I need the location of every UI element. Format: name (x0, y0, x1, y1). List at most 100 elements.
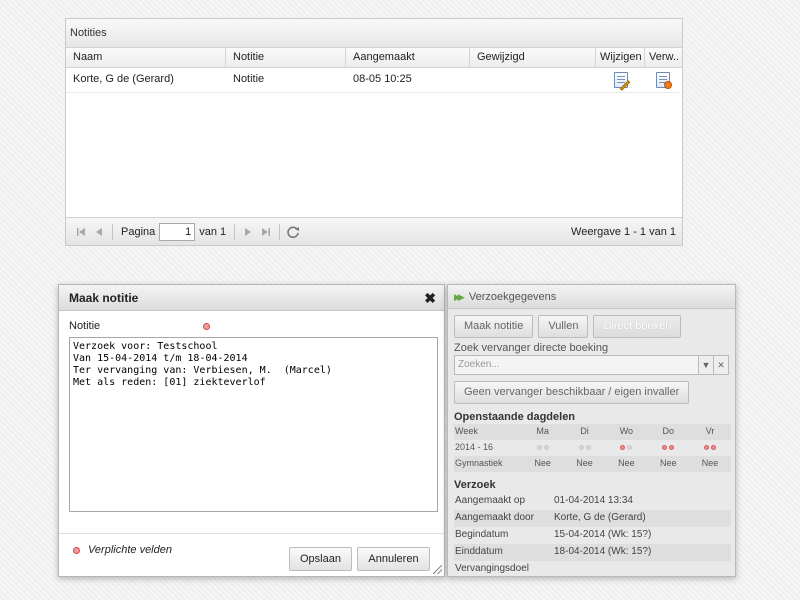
edit-note-icon[interactable] (613, 72, 630, 91)
maak-notitie-dialog: Maak notitie ✖ Notitie Verzoek voor: Tes… (58, 284, 445, 577)
pager-info: Weergave 1 - 1 van 1 (571, 226, 676, 238)
info-key: Einddatum (455, 546, 503, 557)
pager-divider (234, 223, 236, 240)
pager-divider (279, 223, 281, 240)
cancel-button[interactable]: Annuleren (357, 547, 430, 571)
clear-icon[interactable]: ✕ (714, 355, 729, 375)
save-button[interactable]: Opslaan (289, 547, 352, 571)
vak-label: Gymnastiek (455, 458, 503, 468)
notitie-textarea[interactable]: Verzoek voor: Testschool Van 15-04-2014 … (69, 337, 438, 512)
page-number-input[interactable]: 1 (159, 222, 196, 241)
next-page-icon[interactable] (239, 223, 257, 241)
cell-naam: Korte, G de (Gerard) (73, 73, 174, 85)
dialog-footer: Verplichte velden Opslaan Annuleren (59, 533, 444, 576)
dialog-title-bar[interactable]: Maak notitie ✖ (59, 285, 444, 311)
vak-value-di: Nee (576, 458, 593, 468)
info-value: 18-04-2014 (Wk: 15?) (554, 546, 652, 557)
zoek-vervanger-label: Zoek vervanger directe boeking (454, 342, 609, 354)
chevron-down-icon[interactable]: ▼ (699, 355, 714, 375)
info-value: 01-04-2014 13:34 (554, 495, 633, 506)
column-header-verwijderen[interactable]: Verw... (645, 48, 680, 67)
direct-boeken-button[interactable]: Direct boeken (593, 315, 682, 338)
required-indicator-icon (203, 323, 210, 330)
dagdeel-dot (662, 445, 668, 451)
dagdeel-dot (704, 445, 710, 451)
cell-gewijzigd (470, 68, 596, 92)
notitie-field-label: Notitie (69, 320, 101, 332)
info-key: Vervangingsdoel (455, 563, 529, 574)
search-combo: Zoeken... ▼ ✕ (454, 355, 729, 375)
dagdeel-dot (536, 445, 542, 451)
grid-header-row: Naam Notitie Aangemaakt Gewijzigd Wijzig… (66, 48, 682, 68)
day-header-di: Di (580, 426, 589, 436)
pager: Pagina 1 van 1 Weergave 1 - 1 van 1 (66, 217, 682, 245)
panel-title: Verzoekgegevens (468, 290, 557, 303)
info-key: Aangemaakt op (455, 495, 526, 506)
delete-note-icon[interactable] (655, 72, 672, 89)
vak-value-wo: Nee (618, 458, 635, 468)
page-label: Pagina (121, 225, 156, 238)
panel-button-row: Maak notitie Vullen Direct boeken (454, 315, 729, 338)
week-header-label: Week (455, 426, 478, 436)
dagdeel-dot (669, 445, 675, 451)
week-number-label: 2014 - 16 (455, 442, 494, 452)
vak-value-vr: Nee (701, 458, 719, 468)
column-header-gewijzigd[interactable]: Gewijzigd (470, 48, 596, 67)
day-slot-ma[interactable] (522, 440, 564, 456)
vak-value-do: Nee (659, 458, 677, 468)
column-header-aangemaakt[interactable]: Aangemaakt (346, 48, 470, 67)
required-indicator-icon (73, 546, 80, 554)
column-header-notitie[interactable]: Notitie (226, 48, 346, 67)
day-header-vr: Vr (705, 426, 715, 436)
maak-notitie-button[interactable]: Maak notitie (454, 315, 534, 338)
day-header-ma: Ma (536, 426, 549, 436)
dagdeel-dot (711, 445, 717, 451)
verzoekgegevens-panel: ▶▶ Verzoekgegevens Maak notitie Vullen D… (447, 284, 736, 577)
last-page-icon[interactable] (257, 223, 275, 241)
close-icon[interactable]: ✖ (424, 285, 436, 311)
dialog-title: Maak notitie (69, 291, 139, 305)
table-row: Aangemaakt op 01-04-2014 13:34 (454, 493, 731, 510)
column-header-naam[interactable]: Naam (66, 48, 226, 67)
required-note: Verplichte velden (73, 544, 172, 556)
info-value: Korte, G de (Gerard) (554, 512, 646, 523)
table-row: Week Ma Di Wo Do Vr (454, 424, 731, 440)
dagdeel-dot (620, 445, 626, 451)
cell-wijzigen (596, 68, 645, 92)
table-row[interactable]: Korte, G de (Gerard) Notitie 08-05 10:25 (66, 68, 680, 93)
refresh-icon[interactable] (284, 223, 302, 241)
table-row: Aangemaakt door Korte, G de (Gerard) (454, 510, 731, 527)
table-row: Vervangingsdoel (454, 561, 731, 576)
resize-grip-icon[interactable] (433, 565, 442, 574)
table-row: Gymnastiek Nee Nee Nee Nee Nee (454, 456, 731, 472)
day-slot-di[interactable] (564, 440, 606, 456)
info-value: 15-04-2014 (Wk: 15?) (554, 529, 652, 540)
grid-caption: Notities (66, 19, 682, 48)
day-slot-wo[interactable] (605, 440, 647, 456)
prev-page-icon[interactable] (90, 223, 108, 241)
day-slot-do[interactable] (647, 440, 689, 456)
geen-vervanger-button[interactable]: Geen vervanger beschikbaar / eigen inval… (454, 381, 690, 404)
search-input[interactable]: Zoeken... (454, 355, 699, 375)
info-key: Begindatum (455, 529, 509, 540)
dagdeel-dot (627, 445, 633, 451)
notities-grid: Notities Naam Notitie Aangemaakt Gewijzi… (65, 18, 683, 246)
info-key: Aangemaakt door (455, 512, 534, 523)
day-slot-vr[interactable] (689, 440, 731, 456)
dagdeel-dot (543, 445, 549, 451)
openstaande-dagdelen-heading: Openstaande dagdelen (454, 411, 576, 423)
vullen-button[interactable]: Vullen (538, 315, 589, 338)
double-arrow-icon: ▶▶ (454, 291, 465, 302)
required-note-text: Verplichte velden (88, 544, 172, 556)
page-count-label: van 1 (199, 225, 227, 238)
cell-verwijderen (645, 68, 680, 92)
first-page-icon[interactable] (72, 223, 90, 241)
verzoek-heading: Verzoek (454, 479, 496, 491)
dagdeel-dot (585, 445, 591, 451)
pager-divider (112, 223, 113, 240)
table-row: Begindatum 15-04-2014 (Wk: 15?) (454, 527, 731, 544)
day-header-do: Do (662, 426, 674, 436)
dagdelen-table: Week Ma Di Wo Do Vr 2014 - 16 Gymnastiek… (454, 424, 731, 472)
column-header-wijzigen[interactable]: Wijzigen (596, 48, 645, 67)
panel-title-bar[interactable]: ▶▶ Verzoekgegevens (448, 285, 735, 309)
